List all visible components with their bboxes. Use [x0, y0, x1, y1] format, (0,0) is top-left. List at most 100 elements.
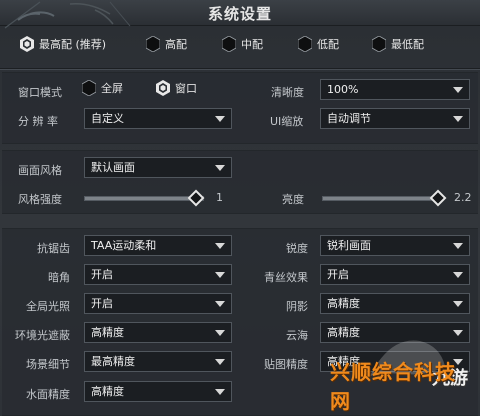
style-section: 画面风格 默认画面 风格强度 1 亮度 2.2: [2, 150, 478, 214]
slider-fill: [85, 197, 198, 200]
texture-dropdown[interactable]: 高精度: [320, 351, 470, 372]
sharpen-value: 锐利画面: [327, 239, 371, 252]
brightness-slider[interactable]: [322, 189, 447, 207]
ao-value: 高精度: [91, 326, 124, 339]
hexagon-icon: [372, 36, 386, 52]
ui-scale-dropdown[interactable]: 自动调节: [320, 108, 470, 129]
style-strength-slider[interactable]: [84, 189, 205, 207]
chevron-down-icon: [453, 87, 463, 93]
slider-fill: [323, 197, 439, 200]
preset-high[interactable]: 高配: [146, 36, 187, 52]
fullscreen-label: 全屏: [101, 82, 123, 95]
shadow-dropdown[interactable]: 高精度: [320, 293, 470, 314]
gi-label: 全局光照: [26, 300, 70, 313]
preset-lowest-label: 最低配: [391, 38, 424, 51]
brightness-value: 2.2: [454, 191, 472, 204]
sharpen-dropdown[interactable]: 锐利画面: [320, 235, 470, 256]
scene-label: 场景细节: [26, 358, 70, 371]
hair-dropdown[interactable]: 开启: [320, 264, 470, 285]
preset-low-label: 低配: [317, 38, 339, 51]
shadow-value: 高精度: [327, 297, 360, 310]
ui-scale-label: UI缩放: [270, 115, 304, 128]
render-style-value: 默认画面: [91, 161, 135, 174]
fullscreen-radio[interactable]: 全屏: [82, 80, 123, 96]
clarity-value: 100%: [327, 83, 359, 96]
resolution-label: 分 辨 率: [18, 115, 58, 128]
chevron-down-icon: [215, 116, 225, 122]
hexagon-icon: [82, 80, 96, 96]
graphics-section: 抗锯齿 TAA运动柔和 锐度 锐利画面 暗角 开启 青丝效果 开启 全局光照 开…: [2, 228, 478, 416]
style-strength-value: 1: [216, 191, 223, 204]
slider-handle[interactable]: [429, 189, 447, 207]
slider-handle[interactable]: [187, 189, 205, 207]
title-bar: 系统设置: [0, 0, 480, 29]
vignette-value: 开启: [91, 268, 113, 281]
quality-presets: 最高配 (推荐) 高配 中配 低配 最低配: [0, 28, 480, 66]
chevron-down-icon: [453, 330, 463, 336]
settings-window: 系统设置 最高配 (推荐) 高配 中配 低配 最低配 窗口模式 全屏 窗口 清晰…: [0, 0, 480, 416]
hair-value: 开启: [327, 268, 349, 281]
render-style-label: 画面风格: [18, 164, 62, 177]
windowed-radio[interactable]: 窗口: [156, 80, 197, 96]
hexagon-icon: [146, 36, 160, 52]
preset-medium-label: 中配: [241, 38, 263, 51]
chevron-down-icon: [215, 330, 225, 336]
texture-label: 贴图精度: [264, 358, 308, 371]
ao-label: 环境光遮蔽: [15, 329, 70, 342]
cloud-label: 云海: [286, 329, 308, 342]
chevron-down-icon: [215, 301, 225, 307]
display-section: 窗口模式 全屏 窗口 清晰度 100% 分 辨 率 自定义 UI缩放 自动调节: [2, 72, 478, 144]
preset-medium[interactable]: 中配: [222, 36, 263, 52]
aa-dropdown[interactable]: TAA运动柔和: [84, 235, 232, 256]
preset-highest-label: 最高配 (推荐): [39, 38, 107, 51]
brightness-label: 亮度: [282, 193, 304, 206]
chevron-down-icon: [453, 359, 463, 365]
preset-highest[interactable]: 最高配 (推荐): [20, 36, 106, 52]
aa-label: 抗锯齿: [37, 242, 70, 255]
texture-value: 高精度: [327, 355, 360, 368]
clarity-dropdown[interactable]: 100%: [320, 79, 470, 100]
chevron-down-icon: [215, 272, 225, 278]
style-strength-label: 风格强度: [18, 193, 62, 206]
clarity-label: 清晰度: [271, 86, 304, 99]
cloud-value: 高精度: [327, 326, 360, 339]
sharpen-label: 锐度: [286, 242, 308, 255]
resolution-value: 自定义: [91, 112, 124, 125]
hexagon-selected-icon: [156, 80, 170, 96]
preset-low[interactable]: 低配: [298, 36, 339, 52]
hexagon-icon: [222, 36, 236, 52]
gi-value: 开启: [91, 297, 113, 310]
ui-scale-value: 自动调节: [327, 112, 371, 125]
chevron-down-icon: [453, 301, 463, 307]
render-style-dropdown[interactable]: 默认画面: [84, 157, 232, 178]
chevron-down-icon: [215, 165, 225, 171]
chevron-down-icon: [453, 116, 463, 122]
scene-value: 最高精度: [91, 355, 135, 368]
hair-label: 青丝效果: [264, 271, 308, 284]
preset-lowest[interactable]: 最低配: [372, 36, 424, 52]
hexagon-selected-icon: [20, 36, 34, 52]
vignette-label: 暗角: [48, 271, 70, 284]
resolution-dropdown[interactable]: 自定义: [84, 108, 232, 129]
water-value: 高精度: [91, 385, 124, 398]
preset-high-label: 高配: [165, 38, 187, 51]
scene-dropdown[interactable]: 最高精度: [84, 351, 232, 372]
chevron-down-icon: [453, 272, 463, 278]
cloud-dropdown[interactable]: 高精度: [320, 322, 470, 343]
shadow-label: 阴影: [286, 300, 308, 313]
chevron-down-icon: [453, 243, 463, 249]
windowed-label: 窗口: [175, 82, 197, 95]
window-mode-label: 窗口模式: [18, 86, 62, 99]
water-dropdown[interactable]: 高精度: [84, 381, 232, 402]
divider: [0, 69, 480, 70]
chevron-down-icon: [215, 389, 225, 395]
window-title: 系统设置: [207, 5, 272, 23]
aa-value: TAA运动柔和: [91, 239, 157, 252]
ao-dropdown[interactable]: 高精度: [84, 322, 232, 343]
water-label: 水面精度: [26, 388, 70, 401]
gi-dropdown[interactable]: 开启: [84, 293, 232, 314]
chevron-down-icon: [215, 359, 225, 365]
hexagon-icon: [298, 36, 312, 52]
chevron-down-icon: [215, 243, 225, 249]
vignette-dropdown[interactable]: 开启: [84, 264, 232, 285]
